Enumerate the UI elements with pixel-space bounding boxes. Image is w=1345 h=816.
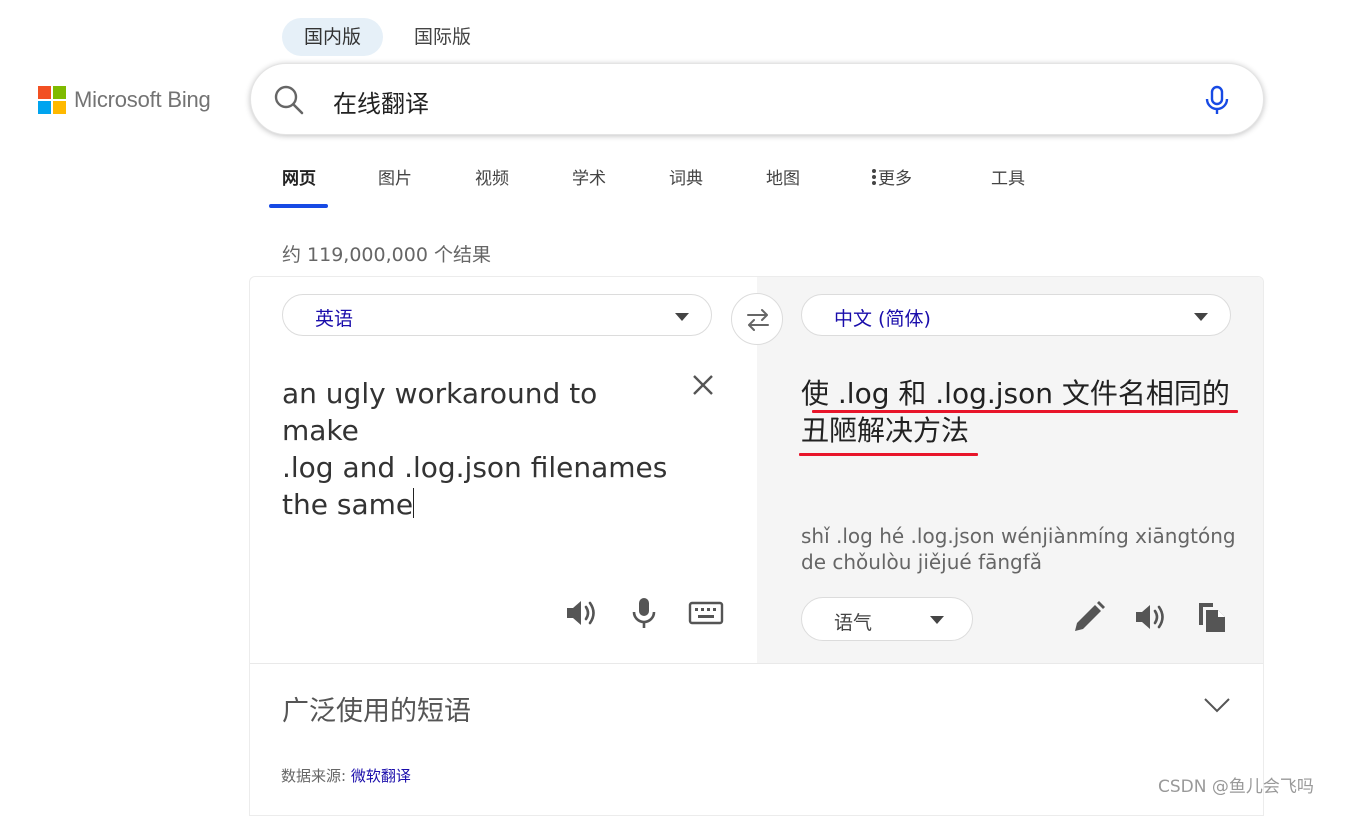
tab-more-label: 更多 [878,169,912,189]
microsoft-logo-icon [38,86,66,114]
search-input[interactable] [331,82,1195,120]
tab-academic[interactable]: 学术 [572,164,606,189]
chevron-down-icon [1194,313,1208,321]
data-source-label: 数据来源: [281,767,351,785]
tab-dictionary[interactable]: 词典 [669,164,703,189]
chevron-down-icon [930,616,944,624]
logo-text: Microsoft Bing [74,87,211,112]
translator-card: 英语 中文 (简体) an ugly workaround to make .l… [249,276,1264,816]
microphone-icon[interactable] [1201,84,1233,116]
tab-tools[interactable]: 工具 [991,164,1025,189]
text-cursor [413,488,415,518]
data-source: 数据来源: 微软翻译 [281,765,411,786]
speaker-icon[interactable] [563,595,599,631]
keyboard-icon[interactable] [688,595,724,631]
source-line: the same [282,488,414,521]
speaker-icon[interactable] [1132,599,1168,635]
annotation-underline [799,453,978,456]
target-language-select[interactable]: 中文 (简体) [801,294,1231,336]
region-tab-domestic[interactable]: 国内版 [282,18,384,56]
chevron-down-icon [675,313,689,321]
watermark: CSDN @鱼儿会飞吗 [1158,777,1314,797]
source-textarea[interactable]: an ugly workaround to make .log and .log… [282,375,682,523]
phrases-title: 广泛使用的短语 [282,696,471,727]
pinyin-line: shǐ .log hé .log.json wénjiànmíng xiāngt… [801,524,1236,548]
swap-icon [747,309,769,331]
data-source-link[interactable]: 微软翻译 [351,767,411,785]
source-language-label: 英语 [315,308,354,330]
copy-icon[interactable] [1195,599,1231,635]
source-language-select[interactable]: 英语 [282,294,712,336]
more-vertical-icon [872,169,876,185]
region-tab-international[interactable]: 国际版 [392,18,493,56]
clear-icon[interactable] [691,373,715,397]
tab-images[interactable]: 图片 [378,164,412,189]
annotation-underline [812,410,1238,413]
pinyin-text: shǐ .log hé .log.json wénjiànmíng xiāngt… [801,523,1241,575]
swap-languages-button[interactable] [731,293,783,345]
search-icon[interactable] [273,84,305,116]
tab-web[interactable]: 网页 [282,164,316,189]
target-language-label: 中文 (简体) [834,308,931,330]
tab-maps[interactable]: 地图 [766,164,800,189]
result-count: 约 119,000,000 个结果 [282,244,491,266]
source-line: .log and .log.json filenames [282,451,668,484]
tone-label: 语气 [834,612,873,634]
active-tab-indicator [269,204,328,208]
edit-pencil-icon[interactable] [1071,599,1107,635]
tab-more[interactable]: 更多 [870,164,912,189]
divider [250,663,1263,664]
pinyin-line: de chǒulòu jiějué fāngfǎ [801,550,1043,574]
tab-videos[interactable]: 视频 [475,164,509,189]
microphone-icon[interactable] [626,595,662,631]
tone-select[interactable]: 语气 [801,597,973,641]
chevron-down-icon[interactable] [1203,695,1231,715]
translation-line: 使 .log 和 .log.json 文件名相同的 [801,377,1230,410]
translation-line: 丑陋解决方法 [801,414,970,447]
search-box [250,63,1264,135]
source-line: an ugly workaround to make [282,377,598,447]
bing-logo[interactable]: Microsoft Bing [38,86,211,114]
